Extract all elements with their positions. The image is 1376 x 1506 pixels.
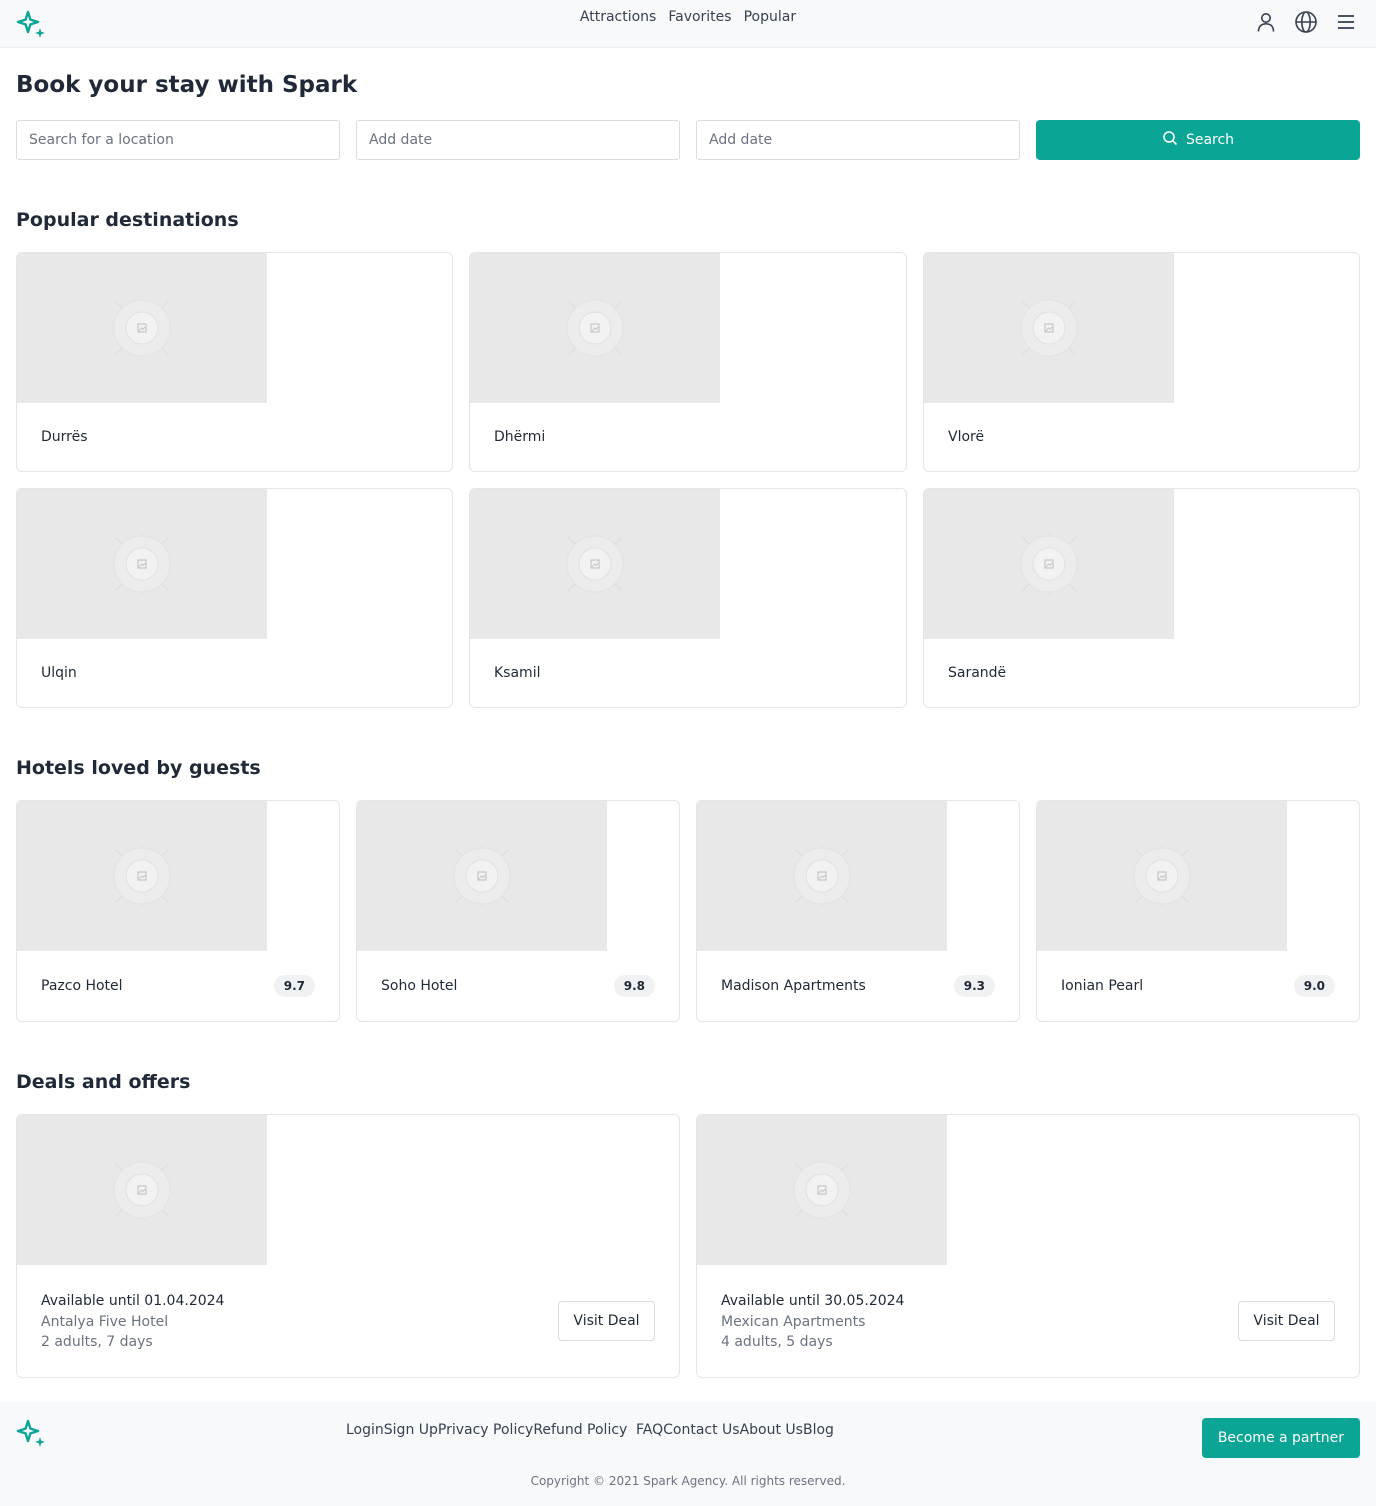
nav-attractions[interactable]: Attractions: [580, 9, 656, 25]
destination-card[interactable]: Durrës: [16, 252, 453, 472]
rating-badge: 9.3: [953, 975, 995, 997]
hotel-name: Ionian Pearl: [1061, 978, 1144, 994]
footer-link-refund[interactable]: Refund Policy: [533, 1422, 627, 1438]
image-placeholder: [924, 253, 1174, 403]
hotel-card[interactable]: Ionian Pearl 9.0: [1036, 800, 1360, 1022]
destination-name: Ulqin: [41, 665, 77, 681]
destination-card[interactable]: Sarandë: [923, 488, 1360, 708]
destination-card[interactable]: Dhërmi: [469, 252, 907, 472]
image-placeholder: [470, 489, 720, 639]
destination-name: Durrës: [41, 429, 88, 445]
image-placeholder: [924, 489, 1174, 639]
deal-card: Available until 30.05.2024 Mexican Apart…: [696, 1114, 1360, 1378]
main-nav: Attractions Favorites Popular: [0, 9, 1376, 25]
image-placeholder: [357, 801, 607, 951]
nav-popular[interactable]: Popular: [744, 9, 797, 25]
top-navbar: Attractions Favorites Popular: [0, 0, 1376, 48]
image-placeholder: [1037, 801, 1287, 951]
image-placeholder: [697, 801, 947, 951]
copyright-text: Copyright © 2021 Spark Agency. All right…: [530, 1474, 846, 1488]
destination-name: Dhërmi: [494, 429, 546, 445]
hotels-heading: Hotels loved by guests: [16, 757, 261, 779]
rating-badge: 9.7: [273, 975, 315, 997]
destination-name: Ksamil: [494, 665, 541, 681]
search-button[interactable]: Search: [1036, 120, 1360, 160]
user-icon[interactable]: [1252, 8, 1280, 36]
image-placeholder: [17, 801, 267, 951]
menu-icon[interactable]: [1332, 8, 1360, 36]
spark-logo-icon[interactable]: [16, 1418, 48, 1450]
deal-guests: 2 adults, 7 days: [41, 1334, 153, 1350]
footer-link-privacy[interactable]: Privacy Policy: [438, 1422, 533, 1438]
footer-link-login[interactable]: Login: [346, 1422, 384, 1438]
footer-link-contact[interactable]: Contact Us: [663, 1422, 739, 1438]
location-search-input[interactable]: [16, 120, 340, 160]
destination-card[interactable]: Ksamil: [469, 488, 907, 708]
footer-link-faq[interactable]: FAQ: [636, 1422, 663, 1438]
nav-favorites[interactable]: Favorites: [668, 9, 731, 25]
page-title: Book your stay with Spark: [16, 72, 358, 98]
image-placeholder: [470, 253, 720, 403]
destinations-heading: Popular destinations: [16, 209, 239, 231]
footer-link-signup[interactable]: Sign Up: [384, 1422, 438, 1438]
deal-availability: Available until 01.04.2024: [41, 1293, 225, 1309]
deal-availability: Available until 30.05.2024: [721, 1293, 905, 1309]
search-button-label: Search: [1185, 132, 1235, 148]
hotel-name: Madison Apartments: [721, 978, 866, 994]
hotel-name: Pazco Hotel: [41, 978, 123, 994]
destination-name: Vlorë: [948, 429, 985, 445]
hotel-card[interactable]: Pazco Hotel 9.7: [16, 800, 340, 1022]
image-placeholder: [697, 1115, 947, 1265]
footer: LoginSign UpPrivacy PolicyRefund Policy …: [0, 1402, 1376, 1506]
footer-link-about[interactable]: About Us: [740, 1422, 803, 1438]
checkout-date-input[interactable]: [696, 120, 1020, 160]
hotel-card[interactable]: Madison Apartments 9.3: [696, 800, 1020, 1022]
globe-icon[interactable]: [1292, 8, 1320, 36]
hotel-name: Soho Hotel: [381, 978, 458, 994]
deal-card: Available until 01.04.2024 Antalya Five …: [16, 1114, 680, 1378]
visit-deal-button[interactable]: Visit Deal: [1238, 1301, 1335, 1341]
destination-card[interactable]: Ulqin: [16, 488, 453, 708]
image-placeholder: [17, 489, 267, 639]
deal-guests: 4 adults, 5 days: [721, 1334, 833, 1350]
deal-hotel-name: Mexican Apartments: [721, 1314, 866, 1330]
rating-badge: 9.8: [613, 975, 655, 997]
image-placeholder: [17, 1115, 267, 1265]
destination-card[interactable]: Vlorë: [923, 252, 1360, 472]
become-partner-button[interactable]: Become a partner: [1201, 1418, 1360, 1458]
destination-name: Sarandë: [948, 665, 1007, 681]
visit-deal-button[interactable]: Visit Deal: [558, 1301, 655, 1341]
checkin-date-input[interactable]: [356, 120, 680, 160]
deal-hotel-name: Antalya Five Hotel: [41, 1314, 169, 1330]
header-actions: [1252, 8, 1360, 36]
footer-link-blog[interactable]: Blog: [803, 1422, 834, 1438]
image-placeholder: [17, 253, 267, 403]
rating-badge: 9.0: [1293, 975, 1335, 997]
deals-heading: Deals and offers: [16, 1071, 191, 1093]
footer-links-info: FAQContact UsAbout UsBlog: [636, 1422, 834, 1438]
footer-links-account: LoginSign UpPrivacy PolicyRefund Policy: [346, 1422, 627, 1438]
search-icon: [1162, 130, 1178, 150]
hotel-card[interactable]: Soho Hotel 9.8: [356, 800, 680, 1022]
